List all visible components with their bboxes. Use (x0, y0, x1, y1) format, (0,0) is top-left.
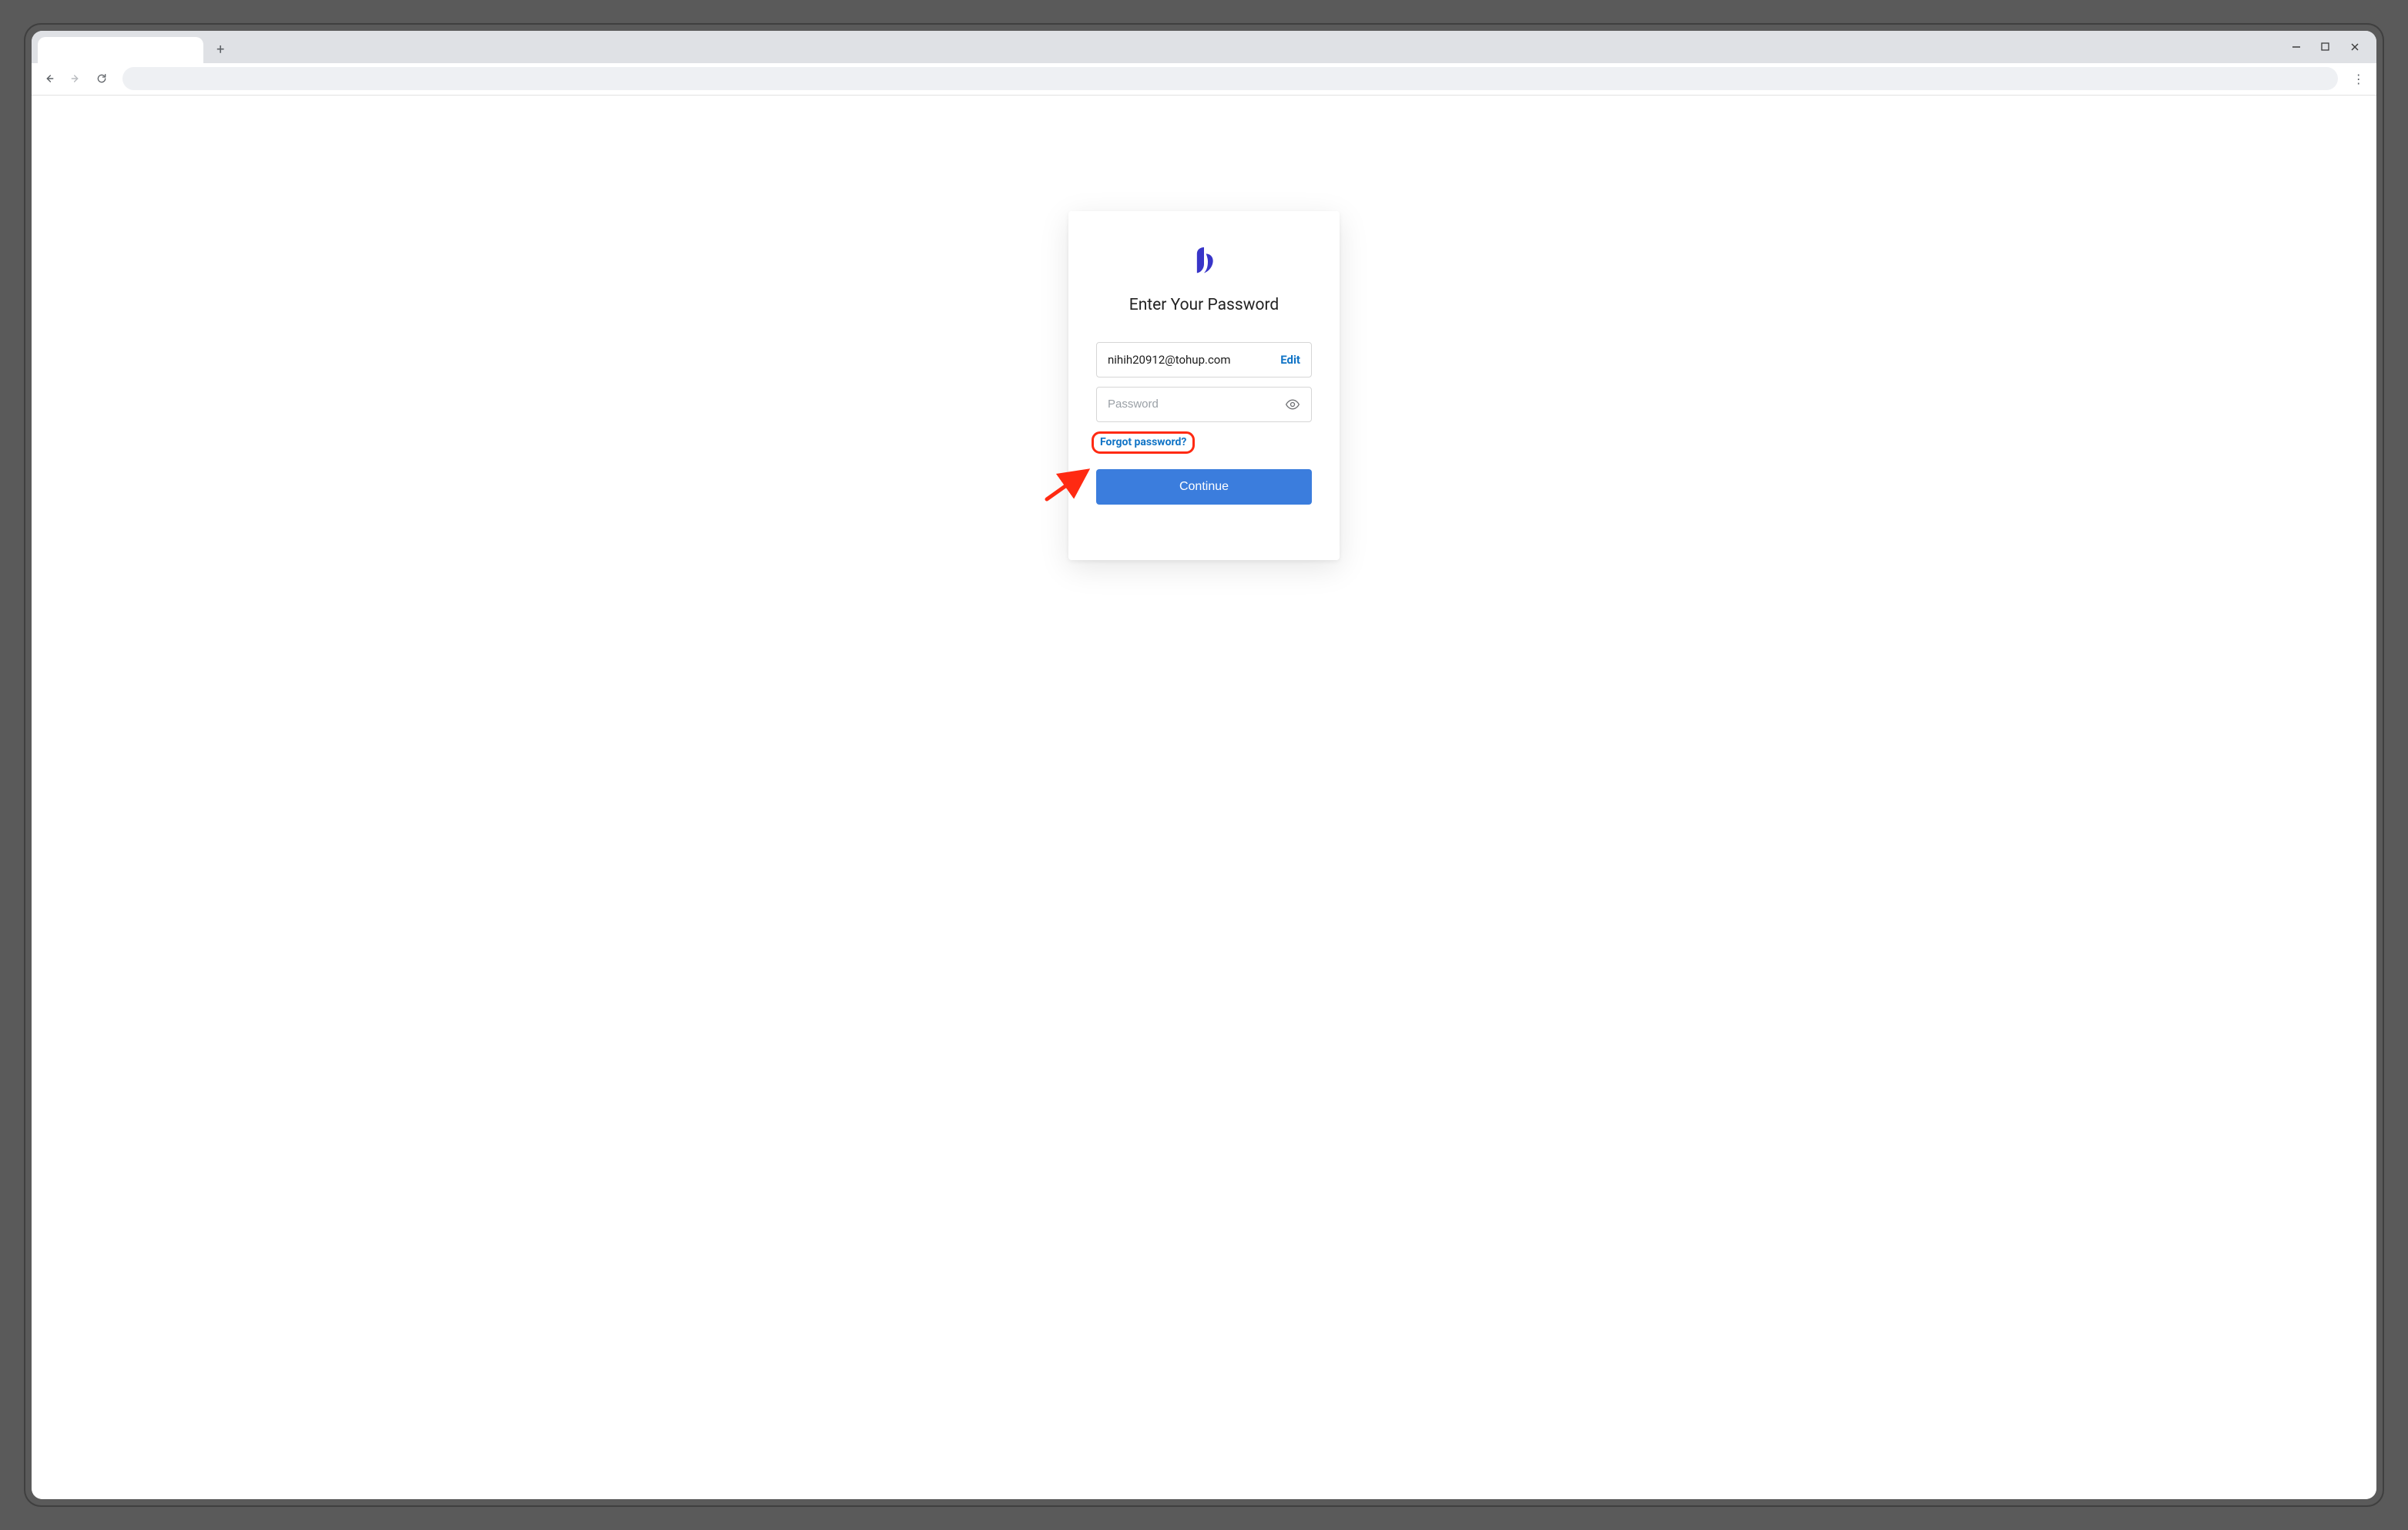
card-heading: Enter Your Password (1096, 296, 1312, 314)
toggle-password-visibility[interactable] (1285, 397, 1300, 412)
window-controls (2290, 31, 2372, 63)
maximize-button[interactable] (2319, 41, 2332, 53)
minimize-icon (2292, 42, 2301, 52)
continue-button[interactable]: Continue (1096, 469, 1312, 505)
forgot-password-link[interactable]: Forgot password? (1092, 431, 1195, 454)
eye-icon (1285, 397, 1300, 412)
logo-wrap (1096, 243, 1312, 277)
close-icon (2350, 42, 2359, 52)
forgot-password-wrap: Forgot password? (1096, 431, 1312, 454)
close-window-button[interactable] (2349, 41, 2361, 53)
browser-menu-button[interactable]: ⋮ (2349, 69, 2369, 89)
maximize-icon (2321, 42, 2329, 51)
email-value: nihih20912@tohup.com (1108, 353, 1280, 367)
new-tab-button[interactable]: + (210, 39, 231, 61)
browser-window: + (32, 31, 2376, 1499)
arrow-left-icon (43, 72, 55, 85)
tabstrip: + (32, 31, 2376, 63)
nav-forward-button[interactable] (65, 69, 86, 89)
minimize-button[interactable] (2290, 41, 2302, 53)
page-content: Enter Your Password nihih20912@tohup.com… (32, 96, 2376, 1499)
password-input[interactable] (1108, 398, 1285, 411)
password-card: Enter Your Password nihih20912@tohup.com… (1068, 211, 1340, 560)
arrow-right-icon (69, 72, 82, 85)
nav-back-button[interactable] (39, 69, 59, 89)
browser-tab[interactable] (38, 37, 203, 63)
email-display-field: nihih20912@tohup.com Edit (1096, 342, 1312, 377)
password-field[interactable] (1096, 387, 1312, 422)
brand-logo-icon (1191, 243, 1217, 274)
reload-icon (96, 72, 108, 85)
address-bar[interactable] (122, 67, 2337, 90)
browser-toolbar: ⋮ (32, 63, 2376, 96)
device-frame: + (24, 23, 2383, 1507)
reload-button[interactable] (92, 69, 112, 89)
edit-email-link[interactable]: Edit (1280, 353, 1300, 367)
